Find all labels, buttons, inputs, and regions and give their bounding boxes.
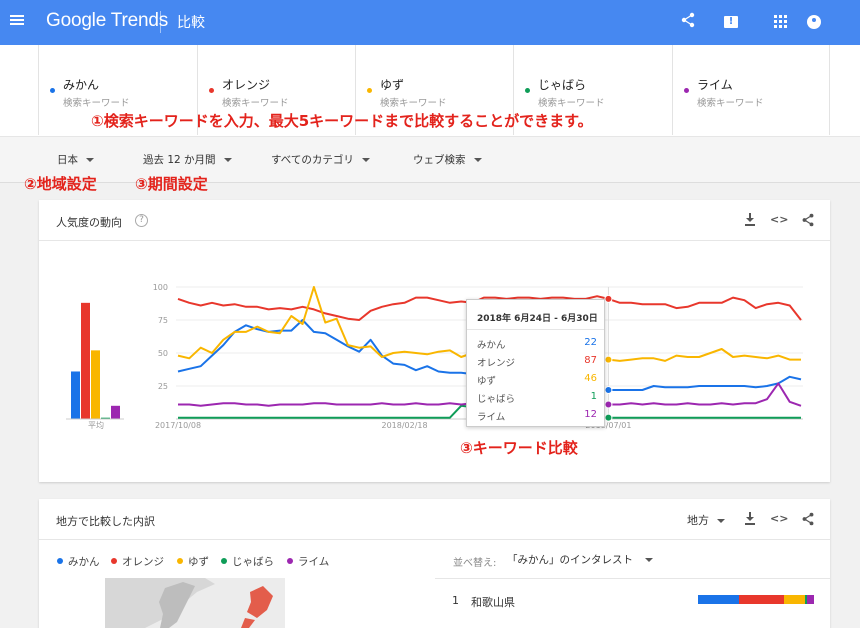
chevron-down-icon bbox=[645, 558, 653, 562]
legend-item: ライム bbox=[287, 554, 329, 569]
average-bar-chart: 平均 bbox=[66, 302, 124, 430]
sort-label: 並べ替え: bbox=[453, 558, 497, 569]
average-bar bbox=[71, 371, 80, 419]
resolution-dropdown[interactable]: 地方 bbox=[687, 512, 725, 528]
y-tick-label: 75 bbox=[158, 316, 168, 325]
card-title: 地方で比較した内訳 bbox=[56, 515, 155, 528]
y-tick-label: 100 bbox=[153, 283, 168, 292]
hover-point bbox=[604, 385, 613, 394]
legend-item: みかん bbox=[57, 554, 100, 569]
tooltip-row-name: ライム bbox=[477, 412, 506, 423]
x-tick-label: 2017/10/08 bbox=[155, 421, 201, 430]
legend-item: ゆず bbox=[177, 554, 209, 569]
chart-tooltip: 2018年 6月24日 - 6月30日 みかん 22 オレンジ 87 ゆず 46 じゃ… bbox=[466, 299, 605, 427]
download-icon[interactable] bbox=[741, 510, 759, 528]
tooltip-date: 2018年 6月24日 - 6月30日 bbox=[477, 314, 598, 324]
tooltip-row-value: 1 bbox=[590, 391, 597, 402]
average-bar bbox=[111, 405, 120, 419]
resolution-value: 地方 bbox=[687, 514, 709, 527]
hover-point bbox=[604, 355, 613, 364]
average-bar bbox=[91, 350, 100, 419]
card-divider bbox=[39, 539, 830, 540]
sort-dropdown[interactable]: 「みかん」のインタレスト bbox=[507, 552, 653, 567]
japan-map[interactable] bbox=[105, 578, 285, 628]
tooltip-row-value: 12 bbox=[584, 409, 597, 420]
share-icon[interactable] bbox=[799, 510, 817, 528]
y-tick-label: 50 bbox=[158, 349, 168, 358]
compare-annotation: ③キーワード比較 bbox=[460, 439, 578, 457]
average-bar bbox=[81, 302, 90, 419]
x-tick-label: 2018/02/18 bbox=[381, 421, 427, 430]
hover-point bbox=[604, 413, 613, 422]
table-row[interactable]: 1 和歌山県 bbox=[435, 580, 830, 620]
tooltip-row: オレンジ 87 bbox=[477, 355, 597, 369]
legend-item: じゃばら bbox=[221, 554, 274, 569]
tooltip-row: ライム 12 bbox=[477, 409, 597, 423]
embed-icon[interactable]: <> bbox=[770, 510, 788, 528]
tooltip-row: じゃばら 1 bbox=[477, 391, 597, 405]
tooltip-row: みかん 22 bbox=[477, 337, 597, 351]
share-segment bbox=[807, 595, 814, 604]
sort-value: 「みかん」のインタレスト bbox=[507, 554, 633, 566]
tooltip-row: ゆず 46 bbox=[477, 373, 597, 387]
tooltip-row-name: みかん bbox=[477, 340, 506, 351]
share-segment bbox=[783, 595, 805, 604]
rank-number: 1 bbox=[452, 594, 459, 607]
share-segment bbox=[738, 595, 784, 604]
hover-point bbox=[604, 400, 613, 409]
tooltip-row-value: 22 bbox=[584, 337, 597, 348]
share-bar bbox=[698, 595, 814, 604]
average-label: 平均 bbox=[88, 420, 104, 430]
hover-point bbox=[604, 294, 613, 303]
tooltip-row-value: 87 bbox=[584, 355, 597, 366]
tooltip-row-name: じゃばら bbox=[477, 394, 516, 405]
tooltip-row-name: ゆず bbox=[477, 376, 497, 387]
chevron-down-icon bbox=[717, 519, 725, 523]
y-tick-label: 25 bbox=[158, 382, 168, 391]
tooltip-row-name: オレンジ bbox=[477, 358, 516, 369]
tooltip-row-value: 46 bbox=[584, 373, 597, 384]
sort-bar: 並べ替え: 「みかん」のインタレスト bbox=[435, 541, 830, 579]
share-segment bbox=[698, 595, 739, 604]
legend-item: オレンジ bbox=[111, 554, 164, 569]
region-name: 和歌山県 bbox=[471, 596, 515, 609]
